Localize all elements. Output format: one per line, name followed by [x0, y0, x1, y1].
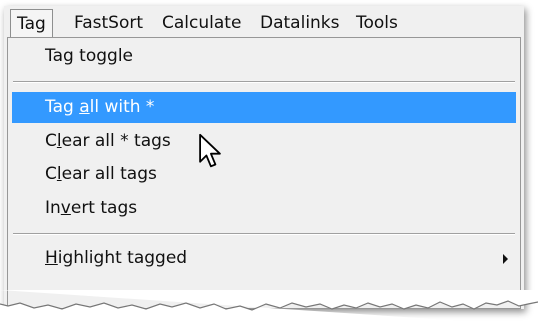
menu-separator	[13, 233, 515, 235]
arrow-cursor-icon	[199, 133, 221, 168]
menubar-fastsort[interactable]: FastSort	[66, 9, 151, 38]
submenu-arrow-icon	[503, 254, 508, 264]
menu-separator	[13, 81, 515, 83]
menu-item-tag-toggle[interactable]: Tag toggle	[12, 41, 516, 72]
menu-item-highlight-tagged[interactable]: Highlight tagged	[12, 243, 516, 274]
menubar-calculate[interactable]: Calculate	[154, 9, 249, 38]
menu-item-clear-all-tags[interactable]: Clear all tags	[12, 159, 516, 190]
menubar-tag[interactable]: Tag	[10, 9, 53, 38]
torn-edge	[0, 290, 538, 326]
tag-menu-dropdown: Tag toggle Tag all with * Clear all * ta…	[7, 37, 521, 309]
menu-bar: Tag FastSort Calculate Datalinks Tools	[4, 6, 524, 40]
menubar-tools[interactable]: Tools	[348, 9, 406, 38]
screenshot-frame: Tag FastSort Calculate Datalinks Tools T…	[4, 6, 524, 309]
menu-item-invert-tags[interactable]: Invert tags	[12, 193, 516, 224]
menubar-datalinks[interactable]: Datalinks	[252, 9, 348, 38]
menu-item-clear-all-star-tags[interactable]: Clear all * tags	[12, 126, 516, 157]
menu-item-tag-all-with-star[interactable]: Tag all with *	[12, 92, 516, 123]
